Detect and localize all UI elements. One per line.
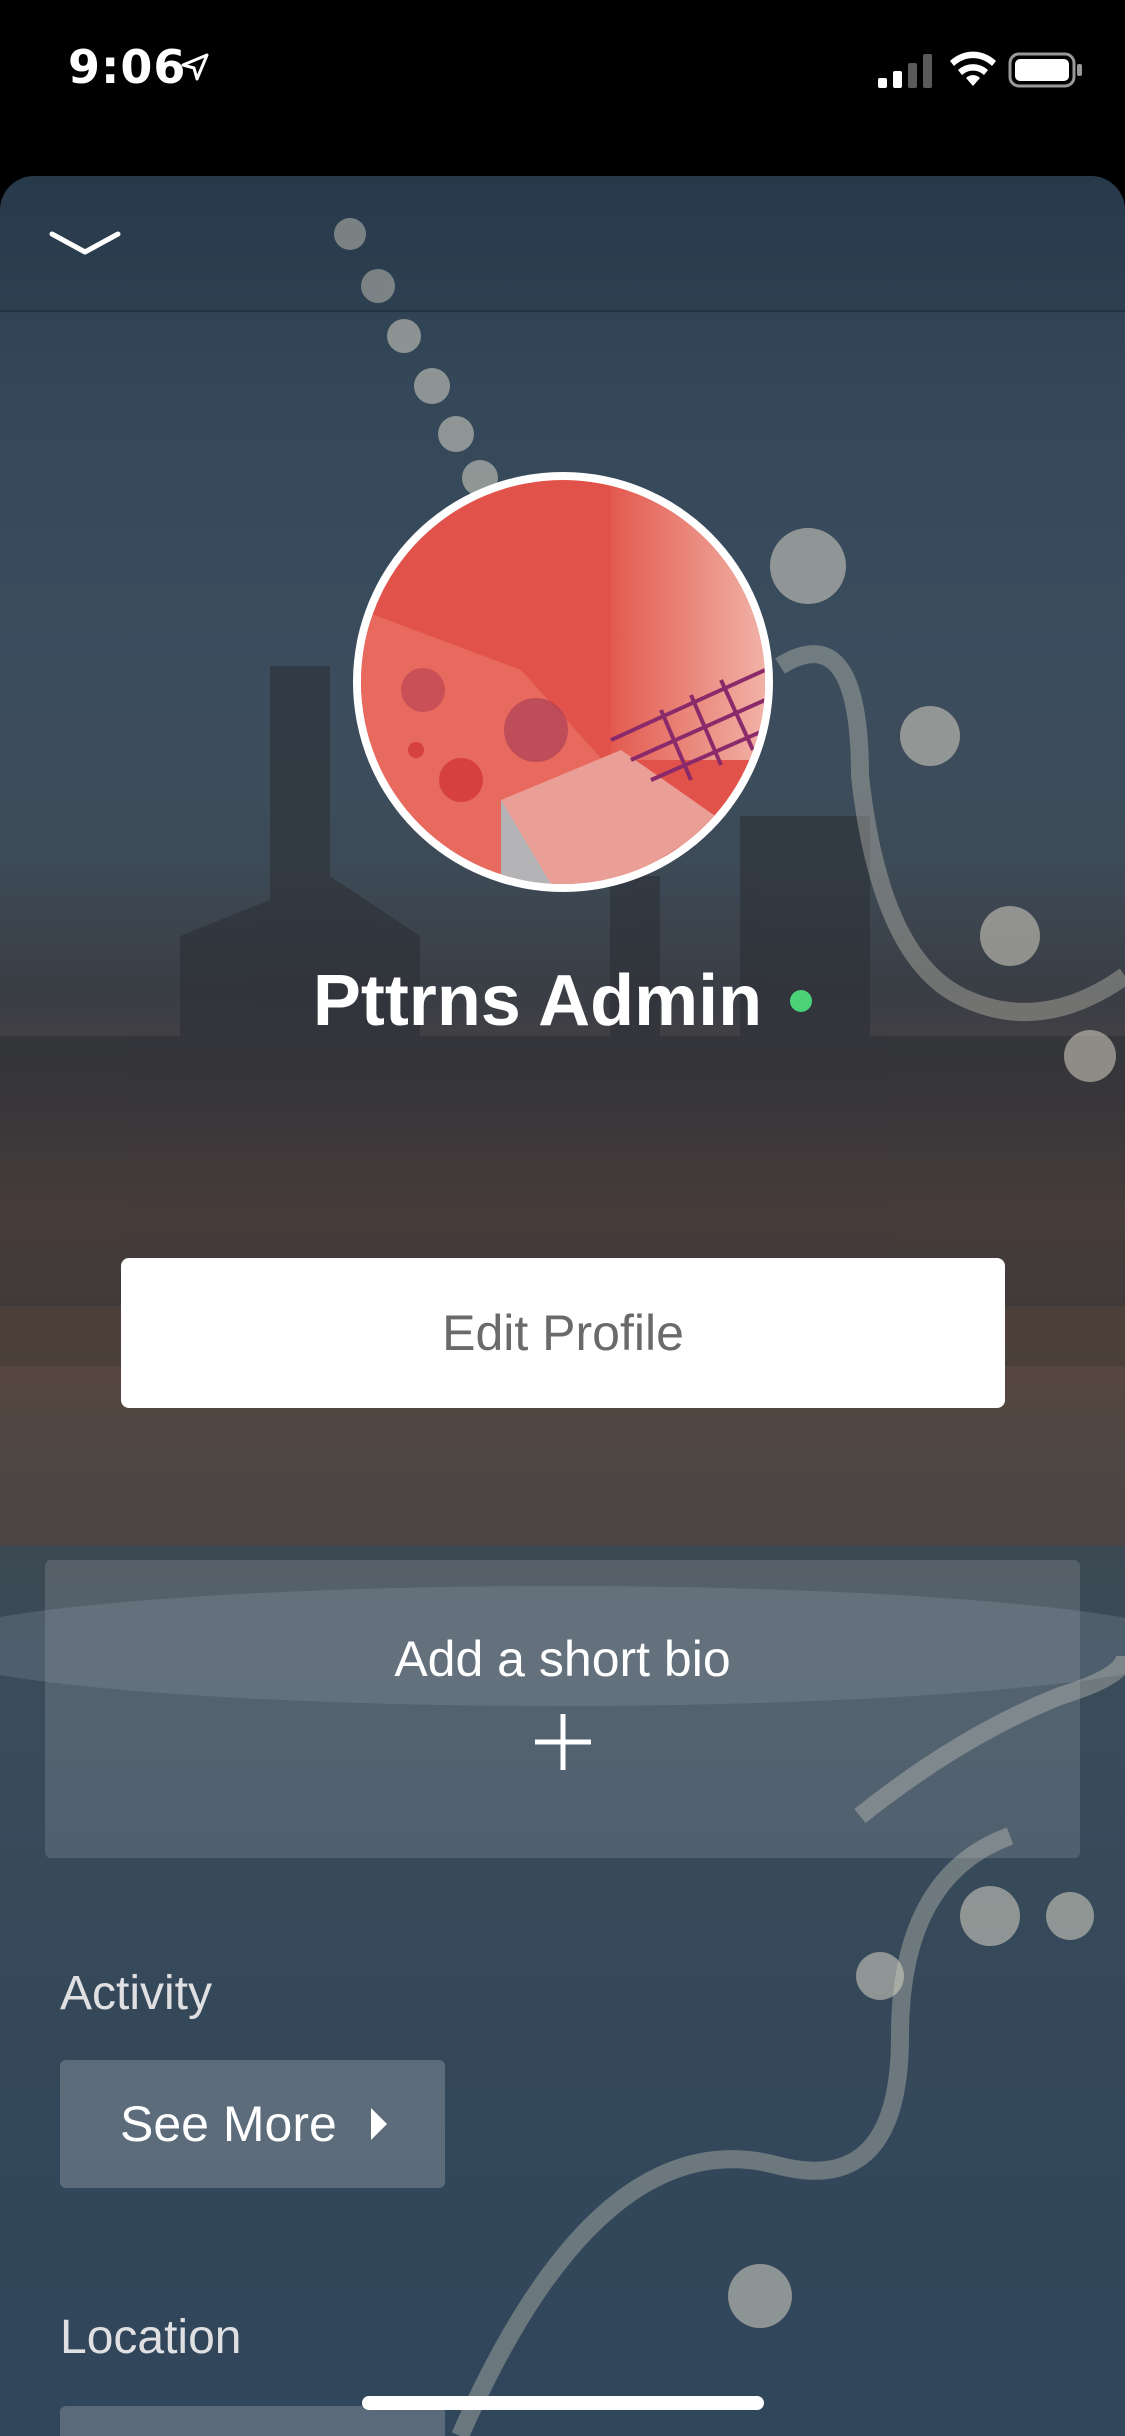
battery-icon [1008,52,1082,88]
see-more-button[interactable]: See More [60,2060,445,2188]
add-bio-button[interactable]: Add a short bio [45,1560,1080,1858]
plus-icon [535,1714,591,1770]
add-bio-label: Add a short bio [394,1631,731,1687]
activity-section-label: Activity [60,1967,213,2020]
sheet-header [0,176,1125,312]
abstract-geometric-avatar [361,480,765,884]
profile-name: Pttrns Admin [312,961,763,1041]
online-status-dot [790,990,813,1012]
edit-profile-button[interactable]: Edit Profile [121,1258,1005,1408]
avatar[interactable] [353,472,773,892]
wifi-icon [950,51,996,86]
signal-icon [878,54,932,88]
status-bar: 9:06 [0,0,1125,140]
profile-name-row: Pttrns Admin [0,956,1125,1046]
edit-profile-label: Edit Profile [442,1305,684,1361]
see-more-label: See More [120,2096,337,2152]
caret-right-icon [370,2108,387,2140]
profile-sheet: Pttrns Admin Edit Profile Add a short bi… [0,176,1125,2436]
location-section-label: Location [60,2311,242,2364]
profile-screen: 9:06 Pttrns Admin Edit Profile Add a sho… [0,0,1125,2436]
chevron-down-icon[interactable] [40,222,130,272]
location-field[interactable] [60,2406,445,2436]
status-time: 9:06 [68,40,187,94]
location-arrow-icon [181,53,209,81]
home-indicator[interactable] [362,2396,764,2410]
